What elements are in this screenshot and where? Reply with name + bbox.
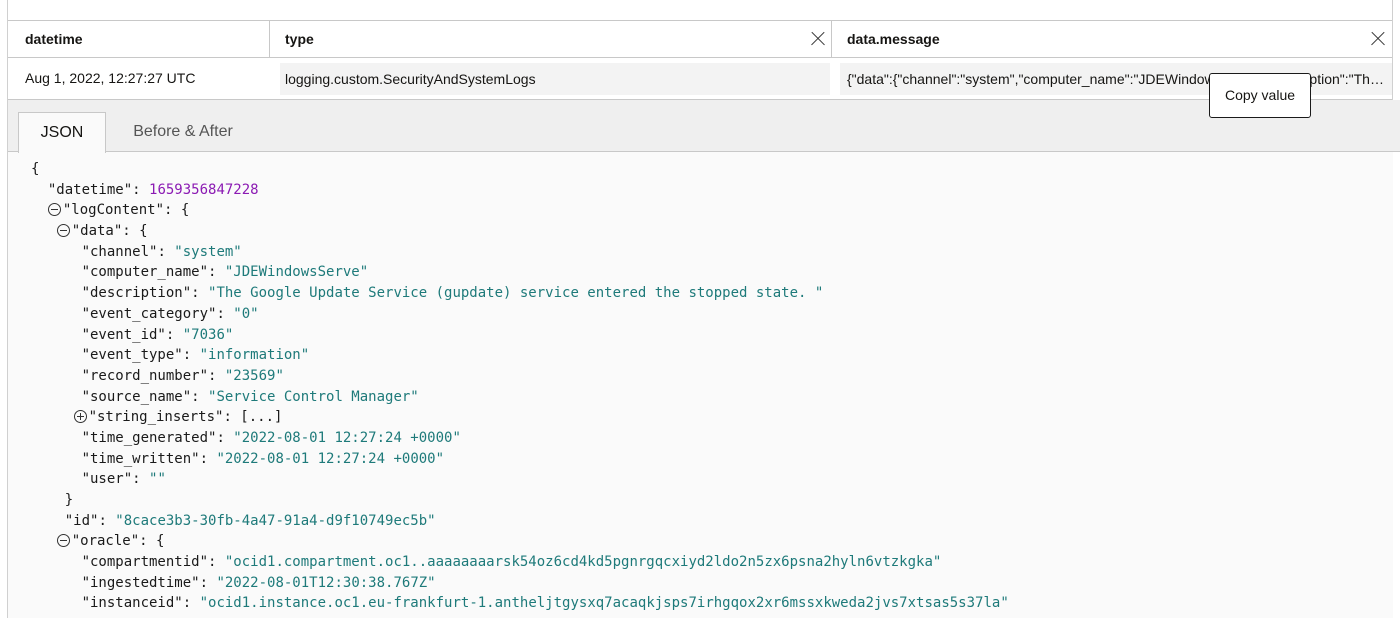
json-line: "event_id": "7036": [81, 326, 234, 343]
json-value: "2022-08-01 12:27:24 +0000": [233, 429, 461, 446]
tab-before-after[interactable]: Before & After: [118, 112, 248, 153]
json-line: }: [31, 492, 74, 508]
json-line: "computer_name": "JDEWindowsServe": [81, 264, 369, 281]
json-value: 1659356847228: [149, 181, 259, 198]
json-value: "7036": [182, 326, 234, 343]
json-line: {: [31, 161, 40, 177]
json-line: "oracle": {: [31, 531, 1009, 552]
column-header-label: datetime: [25, 31, 83, 47]
json-line: "event_category": "0": [81, 305, 259, 322]
json-line: "time_written": "2022-08-01 12:27:24 +00…: [81, 450, 445, 467]
column-header-label: type: [285, 31, 314, 47]
json-line: "instanceid": "ocid1.instance.oc1.eu-fra…: [81, 595, 1009, 612]
column-header-label: data.message: [847, 31, 940, 47]
divider: [1392, 0, 1393, 20]
json-line: "description": "The Google Update Servic…: [81, 285, 824, 302]
json-line: "record_number": "23569": [81, 367, 284, 384]
json-value: "information": [199, 347, 310, 364]
json-line: "time_generated": "2022-08-01 12:27:24 +…: [81, 429, 461, 446]
json-value: "Service Control Manager": [208, 388, 419, 405]
table-row[interactable]: Aug 1, 2022, 12:27:27 UTC logging.custom…: [8, 58, 1392, 100]
json-line: "compartmentid": "ocid1.compartment.oc1.…: [81, 554, 942, 571]
json-line: "data": {: [31, 221, 1009, 242]
collapse-icon[interactable]: [56, 533, 70, 547]
divider: [7, 0, 8, 20]
top-strip: [0, 0, 1400, 20]
json-value: "system": [174, 243, 242, 260]
json-value: "ocid1.compartment.oc1..aaaaaaaarsk54oz6…: [224, 554, 942, 571]
tab-json[interactable]: JSON: [18, 112, 106, 153]
column-header-type[interactable]: type: [270, 21, 832, 58]
copy-value-tooltip[interactable]: Copy value: [1209, 73, 1311, 118]
json-line: "event_type": "information": [81, 347, 310, 364]
tab-bar: JSON Before & After: [8, 100, 1400, 153]
json-value: "0": [233, 305, 259, 322]
json-value: "2022-08-01 12:27:24 +0000": [216, 450, 445, 467]
column-header-datetime[interactable]: datetime: [8, 21, 270, 58]
grid-header: datetime type data.message: [8, 20, 1392, 58]
close-icon[interactable]: [1370, 31, 1386, 47]
json-line: "datetime": 1659356847228: [47, 181, 259, 198]
column-header-message[interactable]: data.message: [832, 21, 1394, 58]
json-value: "JDEWindowsServe": [224, 264, 369, 281]
json-viewer: { "datetime": 1659356847228 "logContent"…: [31, 159, 1009, 614]
json-line: "string_inserts": [...]: [31, 407, 1009, 428]
results-grid: datetime type data.message Aug 1, 2022, …: [7, 20, 1393, 100]
json-value: "8cace3b3-30fb-4a47-91a4-d9f10749ec5b": [115, 512, 436, 529]
json-value: "23569": [224, 367, 284, 384]
json-line: "user": "": [81, 471, 166, 488]
json-value: "2022-08-01T12:30:38.767Z": [216, 574, 436, 591]
json-value: "": [149, 471, 166, 488]
json-line: "id": "8cace3b3-30fb-4a47-91a4-d9f10749e…: [64, 512, 436, 529]
cell-type[interactable]: logging.custom.SecurityAndSystemLogs: [280, 63, 830, 95]
detail-panel: JSON Before & After { "datetime": 165935…: [7, 100, 1400, 618]
collapse-icon[interactable]: [56, 223, 70, 237]
expand-icon[interactable]: [73, 409, 87, 423]
json-value[interactable]: [...]: [240, 409, 282, 425]
json-line: "logContent": {: [31, 200, 1009, 221]
close-icon[interactable]: [810, 31, 826, 47]
collapse-icon[interactable]: [47, 202, 61, 216]
json-line: "channel": "system": [81, 243, 242, 260]
json-line: "ingestedtime": "2022-08-01T12:30:38.767…: [81, 574, 436, 591]
json-value: "ocid1.instance.oc1.eu-frankfurt-1.anthe…: [199, 595, 1009, 612]
json-line: "source_name": "Service Control Manager": [81, 388, 419, 405]
json-value: "The Google Update Service (gupdate) ser…: [208, 285, 824, 302]
cell-datetime[interactable]: Aug 1, 2022, 12:27:27 UTC: [25, 58, 265, 99]
